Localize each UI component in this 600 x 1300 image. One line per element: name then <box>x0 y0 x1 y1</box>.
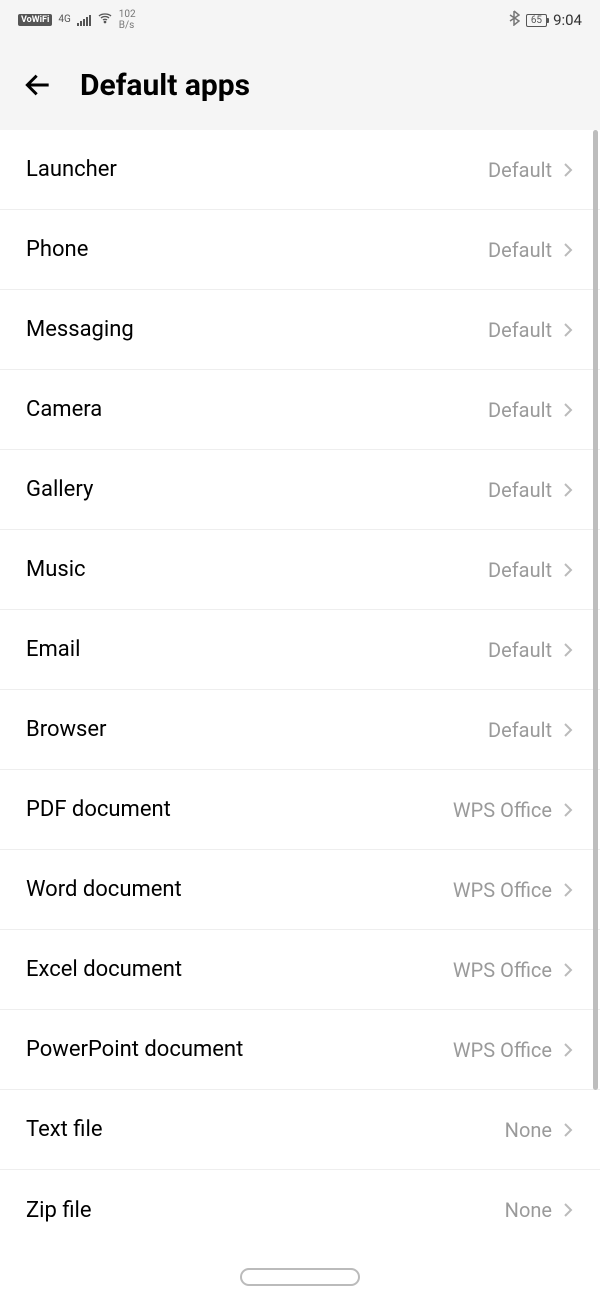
chevron-right-icon <box>562 1200 574 1220</box>
row-camera[interactable]: Camera Default <box>0 370 600 450</box>
row-label: Gallery <box>26 477 93 502</box>
scrollbar[interactable] <box>593 130 598 1090</box>
chevron-right-icon <box>562 560 574 580</box>
battery-icon: 65 <box>526 14 547 27</box>
chevron-right-icon <box>562 1120 574 1140</box>
clock: 9:04 <box>553 11 582 29</box>
row-value: WPS Office <box>453 878 552 902</box>
row-label: Zip file <box>26 1198 92 1223</box>
row-label: Camera <box>26 397 102 422</box>
chevron-right-icon <box>562 480 574 500</box>
back-button[interactable] <box>20 67 56 103</box>
row-email[interactable]: Email Default <box>0 610 600 690</box>
status-right: 65 9:04 <box>508 10 582 30</box>
chevron-right-icon <box>562 1040 574 1060</box>
chevron-right-icon <box>562 880 574 900</box>
row-value: Default <box>488 478 552 502</box>
row-value: WPS Office <box>453 958 552 982</box>
row-browser[interactable]: Browser Default <box>0 690 600 770</box>
chevron-right-icon <box>562 720 574 740</box>
chevron-right-icon <box>562 960 574 980</box>
row-label: PDF document <box>26 797 171 822</box>
row-gallery[interactable]: Gallery Default <box>0 450 600 530</box>
row-label: Word document <box>26 877 182 902</box>
row-value: Default <box>488 158 552 182</box>
home-indicator[interactable] <box>240 1268 360 1286</box>
chevron-right-icon <box>562 240 574 260</box>
arrow-left-icon <box>22 69 54 101</box>
page-title: Default apps <box>80 68 250 103</box>
chevron-right-icon <box>562 160 574 180</box>
header: Default apps <box>0 40 600 130</box>
row-label: Excel document <box>26 957 182 982</box>
row-word-document[interactable]: Word document WPS Office <box>0 850 600 930</box>
row-value: Default <box>488 238 552 262</box>
wifi-icon <box>97 10 113 30</box>
row-excel-document[interactable]: Excel document WPS Office <box>0 930 600 1010</box>
row-value: Default <box>488 718 552 742</box>
row-value: None <box>505 1118 552 1142</box>
row-phone[interactable]: Phone Default <box>0 210 600 290</box>
chevron-right-icon <box>562 640 574 660</box>
row-powerpoint-document[interactable]: PowerPoint document WPS Office <box>0 1010 600 1090</box>
row-label: Music <box>26 557 86 582</box>
row-text-file[interactable]: Text file None <box>0 1090 600 1170</box>
network-type: 4G <box>58 15 70 25</box>
row-label: Text file <box>26 1117 103 1142</box>
row-value: WPS Office <box>453 1038 552 1062</box>
vowifi-badge: VoWiFi <box>18 14 52 26</box>
network-speed: 102 B/s <box>119 9 136 31</box>
signal-icon <box>77 14 91 26</box>
row-value: Default <box>488 638 552 662</box>
row-label: Launcher <box>26 157 117 182</box>
row-messaging[interactable]: Messaging Default <box>0 290 600 370</box>
row-pdf-document[interactable]: PDF document WPS Office <box>0 770 600 850</box>
row-value: Default <box>488 318 552 342</box>
row-label: Messaging <box>26 317 134 342</box>
row-value: Default <box>488 398 552 422</box>
row-zip-file[interactable]: Zip file None <box>0 1170 600 1250</box>
row-label: PowerPoint document <box>26 1037 243 1062</box>
row-value: None <box>505 1198 552 1222</box>
row-value: Default <box>488 558 552 582</box>
chevron-right-icon <box>562 800 574 820</box>
bluetooth-icon <box>508 10 520 30</box>
row-music[interactable]: Music Default <box>0 530 600 610</box>
status-bar: VoWiFi 4G 102 B/s 65 9:04 <box>0 0 600 40</box>
row-label: Email <box>26 637 80 662</box>
row-launcher[interactable]: Launcher Default <box>0 130 600 210</box>
chevron-right-icon <box>562 320 574 340</box>
row-label: Phone <box>26 237 88 262</box>
chevron-right-icon <box>562 400 574 420</box>
row-label: Browser <box>26 717 107 742</box>
row-value: WPS Office <box>453 798 552 822</box>
settings-list: Launcher Default Phone Default Messaging… <box>0 130 600 1250</box>
status-left: VoWiFi 4G 102 B/s <box>18 9 136 31</box>
